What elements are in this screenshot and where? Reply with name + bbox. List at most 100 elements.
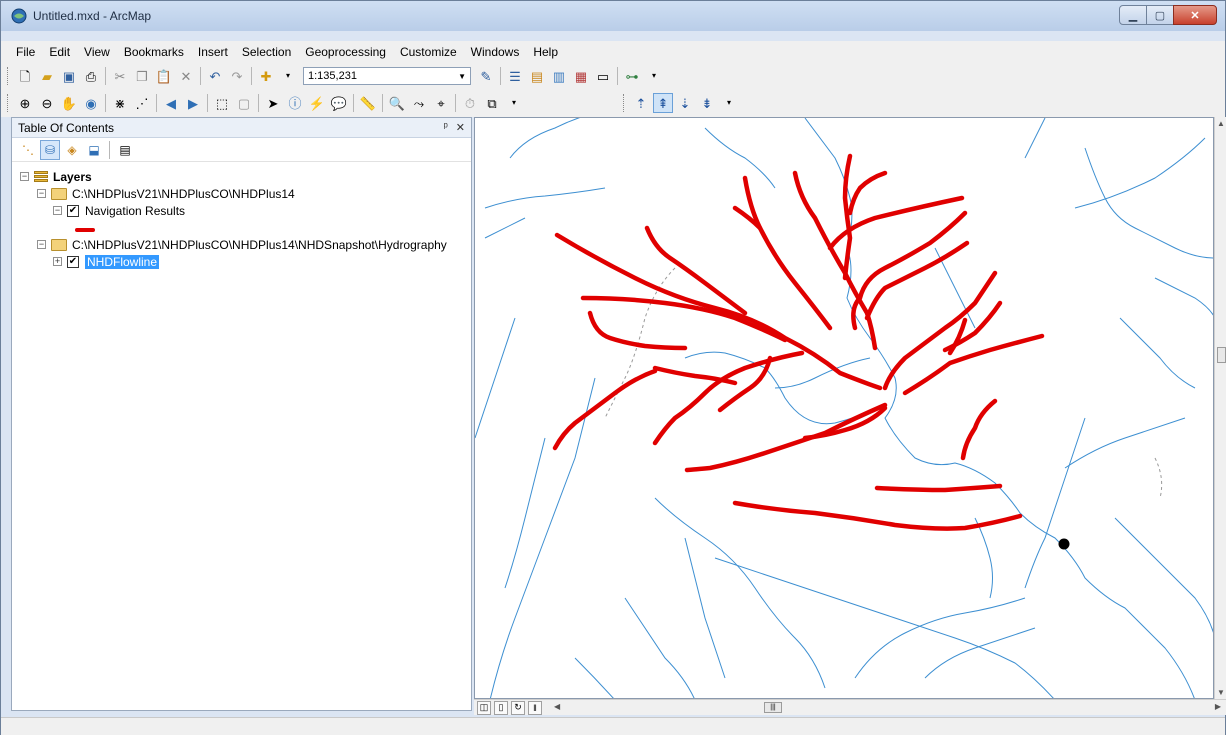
identify-icon[interactable]: ⓘ (285, 93, 305, 113)
menu-view[interactable]: View (77, 42, 117, 62)
measure-icon[interactable]: 📏 (358, 93, 378, 113)
list-by-visibility-icon[interactable]: ◈ (62, 140, 82, 160)
pan-icon[interactable]: ✋ (59, 93, 79, 113)
scroll-thumb[interactable]: ||| (764, 701, 782, 713)
scroll-right-icon[interactable]: ▶ (1215, 702, 1221, 711)
pause-drawing-icon[interactable]: ‖ (528, 700, 542, 715)
paste-icon[interactable]: 📋 (154, 66, 174, 86)
find-icon[interactable]: 🔍 (387, 93, 407, 113)
map-scale-combo[interactable]: 1:135,231 ▼ (303, 67, 471, 85)
toolbar-grip[interactable] (7, 67, 10, 85)
toolbar-grip[interactable] (7, 94, 10, 112)
collapse-icon[interactable]: − (53, 206, 62, 215)
menu-selection[interactable]: Selection (235, 42, 298, 62)
layer-visibility-checkbox[interactable]: ✔ (67, 255, 79, 268)
navigation-start-point[interactable] (1058, 538, 1070, 550)
menu-windows[interactable]: Windows (464, 42, 527, 62)
redo-icon[interactable]: ↷ (227, 66, 247, 86)
menu-edit[interactable]: Edit (42, 42, 77, 62)
catalog-window-icon[interactable]: ▤ (527, 66, 547, 86)
data-frame-label[interactable]: Layers (53, 170, 92, 184)
navigate-downstream-divergences-icon[interactable]: ⇟ (697, 93, 717, 113)
map-canvas[interactable] (475, 118, 1214, 699)
chevron-down-icon[interactable]: ▼ (458, 72, 466, 81)
layer-label[interactable]: Navigation Results (85, 204, 185, 218)
scroll-up-icon[interactable]: ▲ (1217, 119, 1225, 128)
scroll-left-icon[interactable]: ◀ (554, 702, 560, 711)
search-window-icon[interactable]: ▥ (549, 66, 569, 86)
toolbar-options-icon[interactable]: ▾ (719, 93, 739, 113)
full-extent-icon[interactable]: ◉ (81, 93, 101, 113)
go-to-xy-icon[interactable]: ⌖ (431, 93, 451, 113)
select-elements-icon[interactable]: ➤ (263, 93, 283, 113)
list-by-selection-icon[interactable]: ⬓ (84, 140, 104, 160)
find-route-icon[interactable]: ⤳ (409, 93, 429, 113)
tree-row-layers[interactable]: − Layers (20, 168, 471, 185)
copy-icon[interactable]: ❐ (132, 66, 152, 86)
toolbar-options-icon[interactable]: ▾ (644, 66, 664, 86)
print-icon[interactable]: ⎙ (81, 66, 101, 86)
navigate-downstream-icon[interactable]: ⇣ (675, 93, 695, 113)
toolbar-options-icon[interactable]: ▾ (504, 93, 524, 113)
menu-customize[interactable]: Customize (393, 42, 464, 62)
tree-row-group2[interactable]: − C:\NHDPlusV21\NHDPlusCO\NHDPlus14\NHDS… (20, 236, 471, 253)
workspace-path-label[interactable]: C:\NHDPlusV21\NHDPlusCO\NHDPlus14 (72, 187, 295, 201)
map-vertical-scrollbar[interactable]: ▲ ▼ (1214, 117, 1226, 699)
select-features-icon[interactable]: ⬚ (212, 93, 232, 113)
list-by-drawing-order-icon[interactable]: ⋱ (18, 140, 38, 160)
maximize-button[interactable]: ▢ (1146, 5, 1174, 25)
add-data-icon[interactable]: ✚ (256, 66, 276, 86)
workspace-path-label[interactable]: C:\NHDPlusV21\NHDPlusCO\NHDPlus14\NHDSna… (72, 238, 447, 252)
save-icon[interactable]: ▣ (59, 66, 79, 86)
collapse-icon[interactable]: − (20, 172, 29, 181)
map-horizontal-scrollbar[interactable]: ◀ ||| ▶ (554, 701, 1221, 715)
new-document-icon[interactable]: 🗋 (15, 66, 35, 86)
toc-options-icon[interactable]: ▤ (115, 140, 135, 160)
minimize-button[interactable]: ▁ (1119, 5, 1147, 25)
model-builder-icon[interactable]: ⊶ (622, 66, 642, 86)
open-folder-icon[interactable]: ▰ (37, 66, 57, 86)
scroll-down-icon[interactable]: ▼ (1217, 688, 1225, 697)
navigate-upstream-tributaries-icon[interactable]: ⇞ (653, 93, 673, 113)
close-button[interactable]: ✕ (1173, 5, 1217, 25)
navigate-upstream-icon[interactable]: ⇡ (631, 93, 651, 113)
pin-icon[interactable]: ᵖ (444, 121, 448, 134)
menu-insert[interactable]: Insert (191, 42, 235, 62)
time-slider-icon[interactable]: ⏱ (460, 93, 480, 113)
clear-selection-icon[interactable]: ▢ (234, 93, 254, 113)
layer-label[interactable]: NHDFlowline (85, 254, 160, 269)
tree-row-group1[interactable]: − C:\NHDPlusV21\NHDPlusCO\NHDPlus14 (20, 185, 471, 202)
data-view-icon[interactable]: ◫ (477, 700, 491, 715)
map-display[interactable] (474, 117, 1214, 699)
menu-geoprocessing[interactable]: Geoprocessing (298, 42, 393, 62)
tree-row-nhdflowline[interactable]: + ✔ NHDFlowline (20, 253, 471, 270)
zoom-in-icon[interactable]: ⊕ (15, 93, 35, 113)
line-symbol-swatch[interactable] (75, 227, 95, 232)
editor-toolbar-icon[interactable]: ✎ (476, 66, 496, 86)
list-by-source-icon[interactable]: ⛁ (40, 139, 60, 160)
arctoolbox-icon[interactable]: ▦ (571, 66, 591, 86)
toc-window-icon[interactable]: ☰ (505, 66, 525, 86)
menu-bookmarks[interactable]: Bookmarks (117, 42, 191, 62)
expand-icon[interactable]: + (53, 257, 62, 266)
close-icon[interactable]: ✕ (456, 121, 465, 134)
menu-file[interactable]: File (9, 42, 42, 62)
add-data-dropdown-icon[interactable]: ▾ (278, 66, 298, 86)
scroll-thumb[interactable] (1217, 347, 1226, 363)
zoom-out-icon[interactable]: ⊖ (37, 93, 57, 113)
menu-help[interactable]: Help (526, 42, 565, 62)
hyperlink-icon[interactable]: ⚡ (307, 93, 327, 113)
html-popup-icon[interactable]: 💬 (329, 93, 349, 113)
refresh-icon[interactable]: ↻ (511, 700, 525, 715)
toolbar-grip[interactable] (623, 94, 626, 112)
collapse-icon[interactable]: − (37, 189, 46, 198)
fixed-zoom-out-icon[interactable]: ⋰ (132, 93, 152, 113)
undo-icon[interactable]: ↶ (205, 66, 225, 86)
python-window-icon[interactable]: ▭ (593, 66, 613, 86)
forward-extent-icon[interactable]: ▶ (183, 93, 203, 113)
cut-icon[interactable]: ✂ (110, 66, 130, 86)
viewer-window-icon[interactable]: ⧉ (482, 93, 502, 113)
fixed-zoom-in-icon[interactable]: ⋇ (110, 93, 130, 113)
delete-icon[interactable]: ✕ (176, 66, 196, 86)
collapse-icon[interactable]: − (37, 240, 46, 249)
